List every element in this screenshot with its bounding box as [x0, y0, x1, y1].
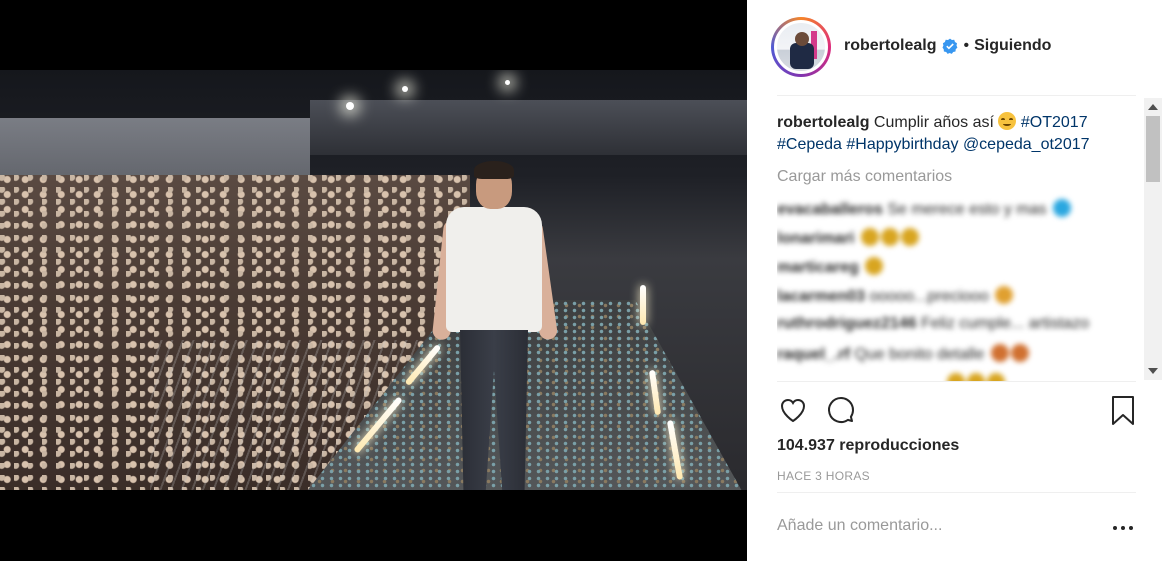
emoji-icon [995, 286, 1014, 304]
smiling-face-emoji-icon [998, 112, 1017, 130]
username-row: robertolealg • Siguiendo [844, 37, 1051, 55]
comment-list: evacaballeros Se merece esto y mas lonar… [777, 199, 1132, 381]
emoji-icon [880, 228, 899, 246]
view-count[interactable]: 104.937 reproducciones [777, 437, 959, 455]
stage-lights [640, 285, 646, 325]
comment-text: Que bonito detalle [854, 346, 985, 363]
post-timestamp[interactable]: HACE 3 HORAS [777, 469, 870, 483]
emoji-icon [1010, 344, 1029, 362]
scroll-down-icon[interactable] [1148, 368, 1158, 374]
avatar-story-ring[interactable] [771, 17, 831, 77]
comment-text: Se merece esto y mas [887, 201, 1047, 218]
video-player[interactable] [0, 70, 747, 490]
post-actions [777, 394, 1139, 426]
video-light [346, 102, 354, 110]
comment-username[interactable]: raquel_.rf [777, 346, 850, 363]
emoji-icon [987, 373, 1005, 381]
comment-item: raquel_.rf Que bonito detalle [777, 344, 1132, 373]
post-details-panel: robertolealg • Siguiendo robertolealg Cu… [747, 0, 1166, 561]
comment-username[interactable]: lacarmen03 [777, 288, 865, 305]
comment-text: Feliz cumple... artistazo [921, 315, 1090, 332]
comment-username[interactable]: evacaballeros [777, 201, 883, 218]
comment-item: evacaballeros Se merece esto y mas [777, 199, 1132, 228]
hashtag-link[interactable]: #OT2017 [1021, 114, 1088, 131]
username-link[interactable]: robertolealg [844, 37, 936, 55]
view-count-label: reproducciones [839, 437, 960, 454]
comment-item-partial [777, 373, 1132, 381]
comment-item: lacarmen03 ooooo...preciooo [777, 286, 1132, 315]
divider [777, 492, 1136, 493]
emoji-icon [947, 373, 965, 381]
hashtag-link[interactable]: #Happybirthday [846, 136, 958, 153]
emoji-icon [900, 228, 919, 246]
more-options-icon[interactable] [1111, 518, 1135, 538]
post-header: robertolealg • Siguiendo [747, 0, 1166, 95]
verified-badge-icon [942, 38, 958, 54]
scroll-up-icon[interactable] [1148, 104, 1158, 110]
heart-emoji-icon [1052, 199, 1071, 217]
media-viewer [0, 0, 747, 561]
mention-link[interactable]: @cepeda_ot2017 [963, 136, 1090, 153]
emoji-icon [967, 373, 985, 381]
bookmark-icon[interactable] [1107, 394, 1139, 426]
emoji-icon [865, 257, 884, 275]
video-performer [431, 161, 559, 490]
caption-text: Cumplir años así [873, 114, 994, 131]
separator-dot: • [963, 37, 970, 54]
divider [777, 381, 1136, 382]
emoji-icon [860, 228, 879, 246]
scrollbar-thumb[interactable] [1146, 116, 1160, 182]
add-comment-input[interactable]: Añade un comentario... [777, 517, 1077, 535]
video-background-structure [310, 100, 747, 155]
hashtag-link[interactable]: #Cepeda [777, 136, 842, 153]
post-caption: robertolealg Cumplir años así #OT2017 #C… [777, 112, 1132, 156]
comment-item: ruthrodriguez2146 Feliz cumple... artist… [777, 315, 1132, 344]
comment-username[interactable]: lonarimari [777, 230, 854, 247]
avatar[interactable] [774, 20, 828, 74]
emoji-icon [990, 344, 1009, 362]
video-light [505, 80, 510, 85]
comment-username[interactable]: ruthrodriguez2146 [777, 315, 917, 332]
comments-section[interactable]: robertolealg Cumplir años así #OT2017 #C… [777, 96, 1149, 381]
comment-item: lonarimari [777, 228, 1132, 257]
comment-username[interactable]: marticareg [777, 259, 859, 276]
video-light [402, 86, 408, 92]
caption-username[interactable]: robertolealg [777, 114, 869, 131]
view-count-number: 104.937 [777, 437, 835, 454]
heart-icon[interactable] [777, 394, 809, 426]
comment-text: ooooo...preciooo [869, 288, 989, 305]
comment-icon[interactable] [825, 394, 857, 426]
comment-item: marticareg [777, 257, 1132, 286]
load-more-comments-button[interactable]: Cargar más comentarios [777, 168, 952, 186]
comments-scrollbar[interactable] [1144, 98, 1162, 380]
following-button[interactable]: Siguiendo [974, 37, 1051, 55]
